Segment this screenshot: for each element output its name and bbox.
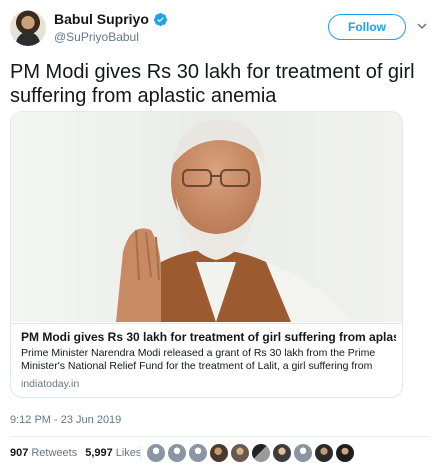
likes-stat[interactable]: 5,997 Likes xyxy=(85,447,141,459)
liker-avatar[interactable] xyxy=(335,443,355,463)
liker-avatar[interactable] xyxy=(272,443,292,463)
liker-avatar[interactable] xyxy=(230,443,250,463)
card-description: Prime Minister Narendra Modi released a … xyxy=(21,347,376,372)
card-body: PM Modi gives Rs 30 lakh for treatment o… xyxy=(11,323,402,397)
likes-label: Likes xyxy=(115,447,142,459)
tweet-header: Babul Supriyo @SuPriyoBabul Follow xyxy=(0,0,440,56)
card-title[interactable]: PM Modi gives Rs 30 lakh for treatment o… xyxy=(21,330,396,344)
stats-separator xyxy=(140,446,141,462)
tweet-stats: 907 Retweets 5,997 Likes xyxy=(10,447,149,459)
retweets-stat[interactable]: 907 Retweets xyxy=(10,447,77,459)
verified-badge-icon xyxy=(153,12,167,26)
avatar[interactable] xyxy=(10,10,46,46)
liker-avatar[interactable] xyxy=(167,443,187,463)
liker-avatar[interactable] xyxy=(209,443,229,463)
author-handle[interactable]: @SuPriyoBabul xyxy=(54,30,139,44)
likes-count: 5,997 xyxy=(85,447,113,459)
card-image xyxy=(11,112,402,322)
card-domain[interactable]: indiatoday.in xyxy=(21,378,79,390)
follow-button[interactable]: Follow xyxy=(328,14,406,40)
chevron-down-icon[interactable] xyxy=(416,20,428,32)
liker-avatars xyxy=(146,443,356,463)
liker-avatar[interactable] xyxy=(188,443,208,463)
retweets-count: 907 xyxy=(10,447,29,459)
tweet-text: PM Modi gives Rs 30 lakh for treatment o… xyxy=(10,61,415,107)
liker-avatar[interactable] xyxy=(146,443,166,463)
divider xyxy=(10,436,430,437)
tweet-timestamp[interactable]: 9:12 PM - 23 Jun 2019 xyxy=(10,414,121,426)
author-display-name[interactable]: Babul Supriyo xyxy=(54,11,149,27)
link-card[interactable]: PM Modi gives Rs 30 lakh for treatment o… xyxy=(10,111,403,398)
liker-avatar[interactable] xyxy=(314,443,334,463)
author-name-row[interactable]: Babul Supriyo xyxy=(54,11,168,27)
liker-avatar[interactable] xyxy=(251,443,271,463)
liker-avatar[interactable] xyxy=(293,443,313,463)
retweets-label: Retweets xyxy=(31,447,78,459)
